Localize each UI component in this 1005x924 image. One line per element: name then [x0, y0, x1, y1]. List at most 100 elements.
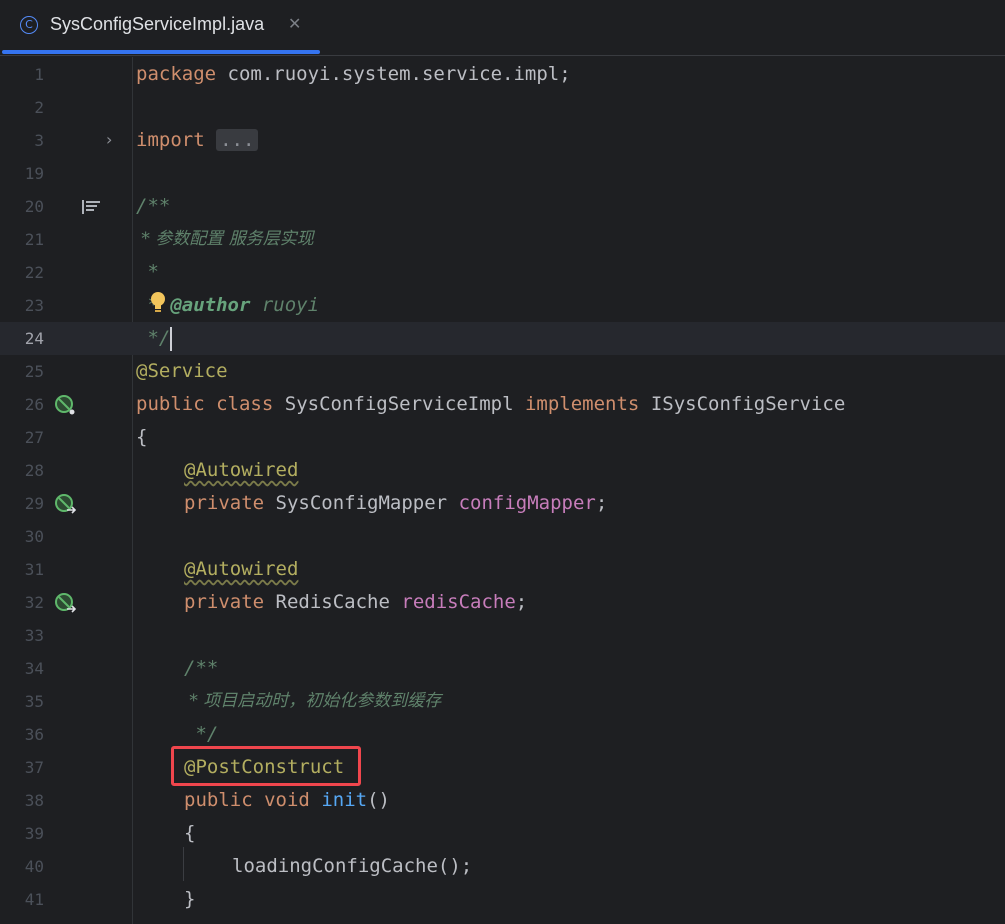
line-number: 37	[24, 758, 44, 777]
line-number: 32	[24, 593, 44, 612]
line-number: 31	[24, 560, 44, 579]
code-line: 25 @Service	[0, 355, 1005, 388]
code-line: 30	[0, 520, 1005, 553]
line-number: 20	[24, 197, 44, 216]
code-line: 21 * 参数配置 服务层实现	[0, 223, 1005, 256]
annotation: @Autowired	[184, 454, 298, 487]
line-code: /**	[184, 657, 219, 679]
code-line: 28 @Autowired	[0, 454, 1005, 487]
line-number: 34	[24, 659, 44, 678]
line-number: 22	[24, 263, 44, 282]
field-name: configMapper	[458, 492, 596, 514]
close-icon[interactable]: ✕	[288, 14, 301, 33]
keyword: private	[184, 591, 265, 613]
highlight-annotation-box	[171, 746, 361, 786]
method-name: init	[321, 789, 368, 811]
text-caret	[170, 326, 173, 351]
line-number: 21	[24, 230, 44, 249]
code-line: 26 public class SysConfigServiceImpl imp…	[0, 388, 1005, 421]
line-number: 40	[24, 857, 44, 876]
line-code: *	[136, 261, 159, 283]
editor-tab-bar: C SysConfigServiceImpl.java ✕	[0, 0, 1005, 56]
semicolon: ;	[515, 591, 528, 613]
code-line: 22 *	[0, 256, 1005, 289]
line-number: 25	[24, 362, 44, 381]
code-line: 33	[0, 619, 1005, 652]
line-number: 23	[24, 296, 44, 315]
keyword: implements	[524, 393, 640, 415]
line-number: 19	[24, 164, 44, 183]
line-number: 29	[24, 494, 44, 513]
line-code: {	[136, 426, 148, 448]
keyword: public	[136, 393, 205, 415]
author-tag: @author	[170, 294, 251, 316]
line-number: 38	[24, 791, 44, 810]
autowired-annotation: @Autowired	[184, 459, 299, 481]
tab-title: SysConfigServiceImpl.java	[50, 14, 265, 34]
code-line: 3 › import ...	[0, 124, 1005, 157]
line-number: 27	[24, 428, 44, 447]
comment-end: */	[136, 327, 171, 349]
folded-imports[interactable]: ...	[216, 129, 259, 151]
code-line: 39 {	[0, 817, 1005, 850]
method-call: loadingConfigCache();	[232, 855, 473, 877]
doc-comment-text: * 参数配置 服务层实现	[136, 229, 314, 249]
code-line: 38 public void init()	[0, 784, 1005, 817]
type-name: RedisCache	[275, 591, 390, 613]
code-line: 37 @PostConstruct	[0, 751, 1005, 784]
keyword: package	[136, 63, 217, 85]
line-number: 3	[34, 131, 44, 150]
code-line: 23 * @author ruoyi	[0, 289, 1005, 322]
keyword: import	[136, 129, 205, 151]
author-name: ruoyi	[250, 294, 320, 316]
keyword: public	[184, 789, 253, 811]
editor-tab[interactable]: C SysConfigServiceImpl.java ✕	[0, 0, 320, 56]
code-line: 36 */	[0, 718, 1005, 751]
type-name: SysConfigMapper	[275, 492, 448, 514]
line-number: 39	[24, 824, 44, 843]
code-line: 34 /**	[0, 652, 1005, 685]
indent-guide	[183, 847, 184, 881]
line-number: 35	[24, 692, 44, 711]
code-line: 27 {	[0, 421, 1005, 454]
render-docs-icon[interactable]	[82, 199, 100, 218]
line-number: 41	[24, 890, 44, 909]
lightbulb-icon[interactable]	[149, 291, 167, 317]
annotation: @Autowired	[184, 553, 298, 586]
code-editor[interactable]: 1 package com.ruoyi.system.service.impl;…	[0, 57, 1005, 924]
code-line: 29 private SysConfigMapper configMapper;	[0, 487, 1005, 520]
code-line: 2	[0, 91, 1005, 124]
line-code: package com.ruoyi.system.service.impl;	[136, 58, 571, 91]
code-line-current: 24 */	[0, 322, 1005, 355]
keyword: void	[264, 789, 310, 811]
line-number: 28	[24, 461, 44, 480]
code-line: 40 loadingConfigCache();	[0, 850, 1005, 883]
code-line: 31 @Autowired	[0, 553, 1005, 586]
line-number: 33	[24, 626, 44, 645]
autowired-annotation: @Autowired	[184, 558, 299, 580]
line-number: 1	[34, 65, 44, 84]
class-name: SysConfigServiceImpl	[284, 393, 514, 415]
line-number: 36	[24, 725, 44, 744]
line-code: {	[184, 822, 196, 844]
doc-comment-text: * 项目启动时，初始化参数到缓存	[184, 691, 442, 711]
chevron-right-icon[interactable]: ›	[106, 130, 112, 149]
field-name: redisCache	[401, 591, 516, 613]
keyword: private	[184, 492, 265, 514]
spring-bean-navigate-icon[interactable]	[54, 493, 78, 519]
code-line: 41 }	[0, 883, 1005, 916]
line-code: private SysConfigMapper configMapper;	[184, 487, 607, 520]
code-line: 19	[0, 157, 1005, 190]
code-line: 1 package com.ruoyi.system.service.impl;	[0, 58, 1005, 91]
line-code: public class SysConfigServiceImpl implem…	[136, 388, 845, 421]
active-tab-indicator	[2, 50, 320, 54]
code-line: 35 * 项目启动时，初始化参数到缓存	[0, 685, 1005, 718]
interface-name: ISysConfigService	[650, 393, 846, 415]
package-name: com.ruoyi.system.service.impl;	[216, 63, 571, 85]
line-number: 26	[24, 395, 44, 414]
spring-bean-navigate-icon[interactable]	[54, 592, 78, 618]
spring-bean-icon[interactable]	[54, 394, 76, 420]
code-line: 20 /**	[0, 190, 1005, 223]
line-number: 2	[34, 98, 44, 117]
semicolon: ;	[595, 492, 608, 514]
